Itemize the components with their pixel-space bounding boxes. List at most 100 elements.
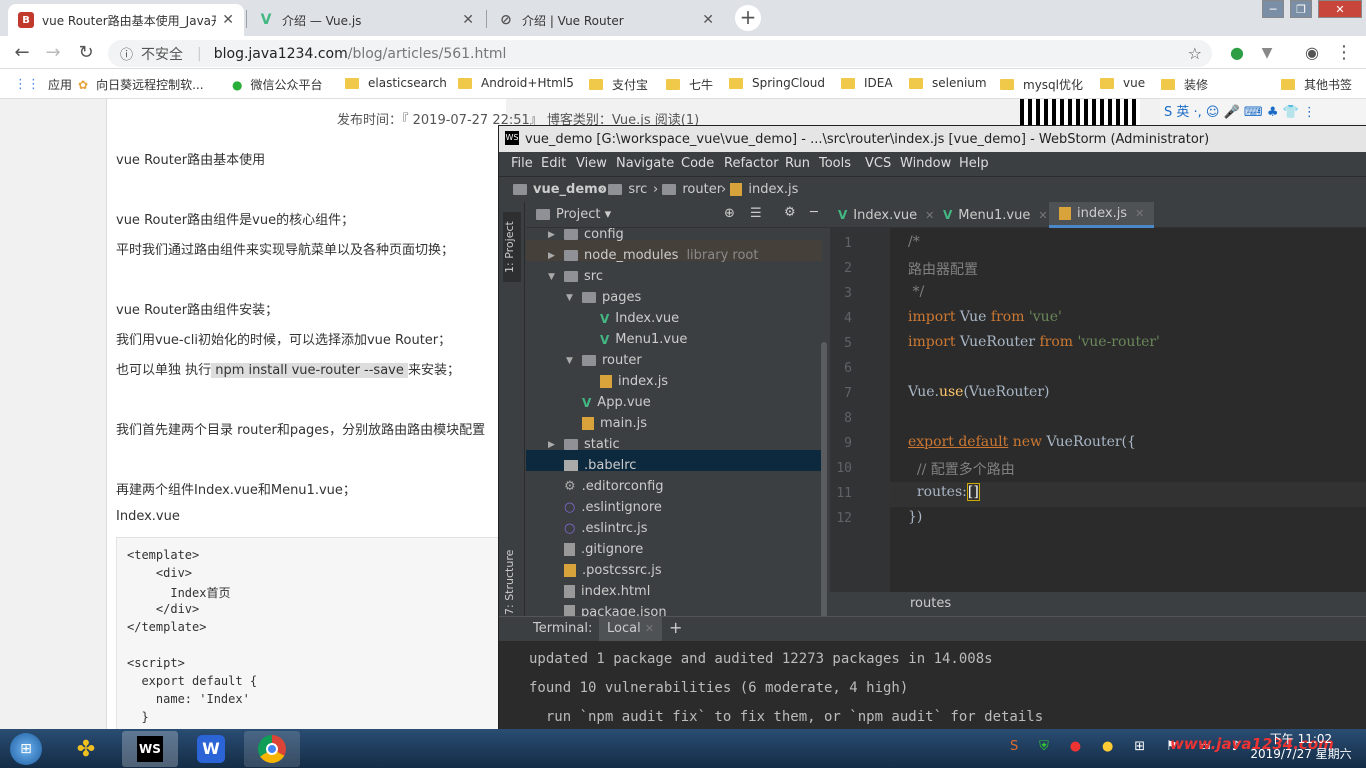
system-clock[interactable]: 下午 11:02 2019/7/27 星期六 <box>1240 732 1362 762</box>
bookmark-folder[interactable]: 装修 <box>1161 76 1208 93</box>
close-tab-icon[interactable]: ✕ <box>702 12 714 28</box>
tree-item-editorconfig[interactable]: ⚙ .editorconfig <box>564 479 664 494</box>
nav-indexjs[interactable]: › index.js <box>721 182 798 197</box>
menu-edit[interactable]: Edit <box>541 156 566 171</box>
bookmark-folder-other[interactable]: 其他书签 <box>1281 76 1352 93</box>
bookmark-apps[interactable]: ⋮⋮ 应用 <box>14 76 72 93</box>
tree-item-pages[interactable]: pages <box>582 290 641 305</box>
close-window-icon[interactable]: ✕ <box>1318 0 1362 18</box>
ime-toolbar[interactable]: S 英 ·, ☺ 🎤 ⌨ ♣ 👕 ⋮ <box>1160 99 1366 123</box>
tree-item-config[interactable]: config <box>564 227 624 242</box>
tree-item-menu1-vue[interactable]: V Menu1.vue <box>600 332 687 347</box>
bookmark-folder[interactable]: SpringCloud <box>729 76 825 90</box>
tree-item-src[interactable]: src <box>564 269 603 284</box>
address-bar[interactable]: ⓘ 不安全 | blog.java1234.com/blog/articles/… <box>108 40 1212 67</box>
new-terminal-icon[interactable]: + <box>669 618 682 637</box>
menu-code[interactable]: Code <box>681 156 714 171</box>
menu-dots-icon[interactable]: ⋮ <box>1333 42 1355 64</box>
folder-icon <box>608 184 623 195</box>
menu-file[interactable]: File <box>511 156 533 171</box>
folder-icon <box>582 355 596 366</box>
taskbar-app-chrome[interactable] <box>244 731 300 767</box>
menu-run[interactable]: Run <box>785 156 810 171</box>
tree-item-static[interactable]: static <box>564 437 620 452</box>
tree-item-gitignore[interactable]: .gitignore <box>564 542 643 557</box>
tree-item-app-vue[interactable]: V App.vue <box>582 395 651 410</box>
editor-tab-index-vue[interactable]: V Index.vue ✕ <box>838 202 934 228</box>
project-view-selector[interactable]: Project ▾ <box>536 207 611 222</box>
taskbar-app-wps[interactable]: W <box>183 731 239 767</box>
close-tab-icon[interactable]: ✕ <box>462 12 474 28</box>
bookmark-star-icon[interactable]: ☆ <box>1188 44 1202 63</box>
menu-view[interactable]: View <box>576 156 607 171</box>
minimize-window-icon[interactable]: ─ <box>1262 0 1284 18</box>
menu-vcs[interactable]: VCS <box>865 156 891 171</box>
bookmark-item[interactable]: ✿ 向日葵远程控制软... <box>78 76 204 93</box>
bookmark-folder[interactable]: 支付宝 <box>589 76 648 93</box>
editor-tab-menu1-vue[interactable]: V Menu1.vue ✕ <box>943 202 1048 228</box>
info-icon[interactable]: ⓘ <box>120 44 133 63</box>
taskbar-app-webstorm[interactable]: WS <box>122 731 178 767</box>
vue-file-icon: V <box>943 208 953 222</box>
forward-icon[interactable]: → <box>42 42 64 64</box>
nav-router[interactable]: › router <box>653 182 722 197</box>
code-breadcrumb[interactable]: routes <box>830 592 1366 616</box>
restore-window-icon[interactable]: ❐ <box>1290 0 1312 18</box>
close-tab-icon[interactable]: ✕ <box>222 12 234 28</box>
browser-tab-vuejs[interactable]: V 介绍 — Vue.js ✕ <box>248 4 484 36</box>
folder-icon <box>345 77 359 89</box>
menu-window[interactable]: Window <box>900 156 951 171</box>
tab-title: 介绍 — Vue.js <box>282 13 362 28</box>
tool-tab-project[interactable]: 1: Project <box>503 212 521 282</box>
menu-tools[interactable]: Tools <box>819 156 851 171</box>
gear-icon[interactable]: ⚙ <box>784 205 796 220</box>
js-file-icon <box>730 183 743 196</box>
start-button[interactable]: ⊞ <box>4 731 48 767</box>
extension-v-icon[interactable]: ▼ <box>1256 42 1278 64</box>
bookmark-folder[interactable]: selenium <box>909 76 987 90</box>
hide-panel-icon[interactable]: ─ <box>810 205 818 220</box>
back-icon[interactable]: ← <box>11 42 33 64</box>
locate-icon[interactable]: ⊕ <box>724 206 735 221</box>
paragraph: vue Router路由组件安装； <box>116 303 279 318</box>
terminal-header: Terminal: Local ✕ + <box>499 617 1366 641</box>
tree-item-babelrc[interactable]: .babelrc <box>564 458 636 473</box>
bookmark-folder[interactable]: 七牛 <box>666 76 713 93</box>
browser-tab-vue-router[interactable]: ⊘ 介绍 | Vue Router ✕ <box>488 4 724 36</box>
gear-file-icon: ⚙ <box>564 479 576 494</box>
tree-item-eslintignore[interactable]: ○ .eslintignore <box>564 500 662 515</box>
tree-item-index-html[interactable]: index.html <box>564 584 650 599</box>
code-area[interactable]: /* 路由器配置 */ import Vue from 'vue' import… <box>830 228 1366 592</box>
reload-icon[interactable]: ↻ <box>75 42 97 64</box>
bookmark-folder[interactable]: mysql优化 <box>1000 76 1083 93</box>
terminal-tab-local[interactable]: Local ✕ <box>599 617 663 641</box>
collapse-icon[interactable]: ☰ <box>750 206 762 221</box>
nav-project[interactable]: vue_demo <box>513 182 607 197</box>
editor-tab-index-js[interactable]: index.js ✕ <box>1049 202 1155 228</box>
tool-tab-structure[interactable]: 7: Structure <box>503 542 521 622</box>
menu-navigate[interactable]: Navigate <box>616 156 674 171</box>
nav-src[interactable]: › src <box>599 182 647 197</box>
bookmark-folder[interactable]: elasticsearch <box>345 76 447 90</box>
tree-item-package-json[interactable]: package.json <box>564 605 667 616</box>
tree-item-postcssrc[interactable]: .postcssrc.js <box>564 563 662 578</box>
bookmark-folder[interactable]: Android+Html5 <box>458 76 574 90</box>
menu-help[interactable]: Help <box>959 156 989 171</box>
new-tab-button[interactable]: + <box>735 5 761 31</box>
tree-item-router[interactable]: router <box>582 353 642 368</box>
tree-item-main-js[interactable]: main.js <box>582 416 647 431</box>
bookmark-folder[interactable]: vue <box>1100 76 1145 90</box>
tree-item-eslintrc[interactable]: ○ .eslintrc.js <box>564 521 648 536</box>
scrollbar[interactable] <box>821 342 827 622</box>
bookmark-folder[interactable]: IDEA <box>841 76 893 90</box>
tree-item-node-modules[interactable]: node_modules library root <box>564 248 758 263</box>
profile-avatar-icon[interactable]: ◉ <box>1301 42 1323 64</box>
taskbar-app-photos[interactable]: ✤ <box>58 731 114 767</box>
bookmark-item[interactable]: ● 微信公众平台 <box>232 76 323 93</box>
tree-item-index-vue[interactable]: V Index.vue <box>600 311 679 326</box>
browser-tab-article[interactable]: B vue Router路由基本使用_Java开 ✕ <box>8 4 244 36</box>
collapse-arrow-icon: ▼ <box>566 356 573 366</box>
extension-icon[interactable]: ● <box>1226 42 1248 64</box>
menu-refactor[interactable]: Refactor <box>724 156 779 171</box>
tree-item-index-js[interactable]: index.js <box>600 374 668 389</box>
